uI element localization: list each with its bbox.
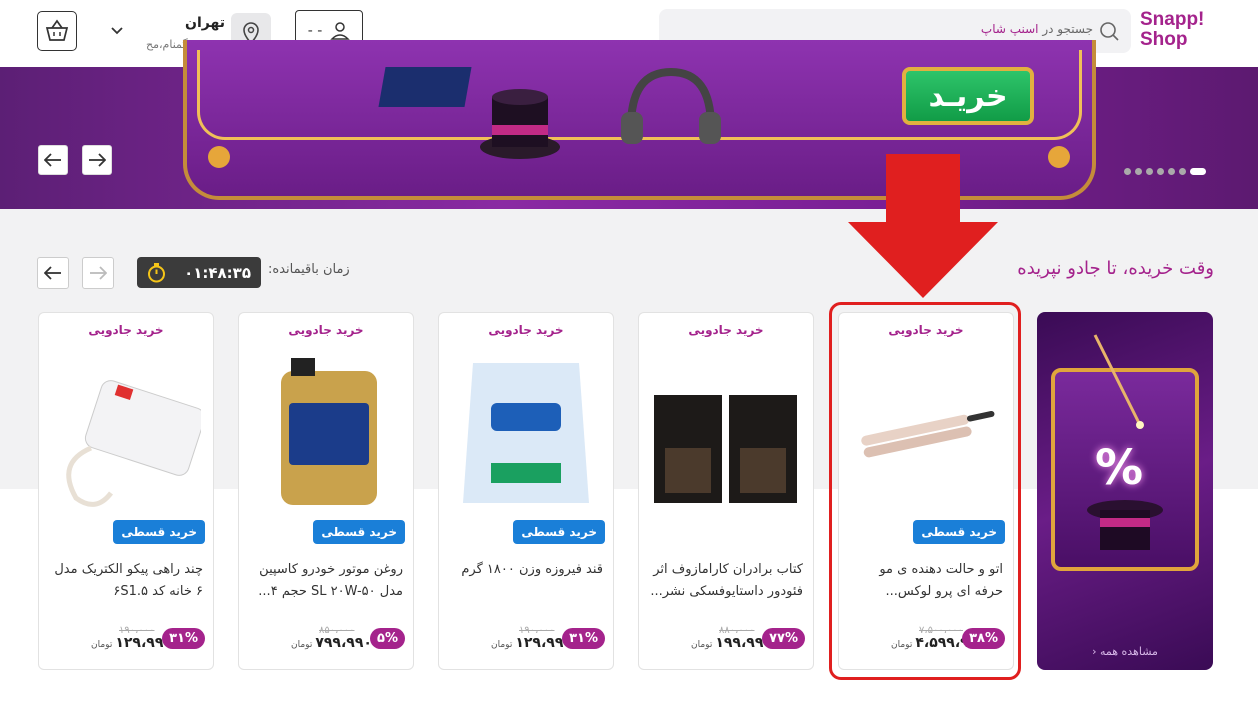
logo-line-1: Snapp! [1140,9,1205,30]
book-image [654,395,797,503]
currency-label: تومان [91,640,113,650]
banner-buy-button[interactable]: خریـد [902,67,1034,125]
arrow-left-icon [44,153,61,167]
product-title[interactable]: قند فیروزه وزن ۱۸۰۰ گرم [448,559,603,581]
magic-wand-icon [1093,334,1144,429]
search-icon [1100,22,1119,41]
pagination-dot[interactable] [1135,168,1142,175]
arrow-right-icon [89,153,106,167]
magic-buy-tag: خرید جادویی [288,323,364,337]
section-title: وقت خریده، تا جادو نپریده [1017,258,1214,279]
see-all-label: مشاهده همه [1099,645,1158,658]
search-placeholder-prefix: جستجو در [1042,22,1093,36]
stopwatch-icon [148,263,165,283]
pagination-dot[interactable] [1168,168,1175,175]
price: ۷۹۹،۹۹۰تومان [291,635,372,651]
pagination-dot[interactable] [1124,168,1131,175]
magic-hat-icon [1087,500,1163,550]
banner-pagination[interactable] [1124,168,1206,175]
banner-prev-button[interactable] [38,145,68,175]
installment-badge: خرید قسطی [513,520,605,544]
sugar-bag-image [463,363,589,503]
logo-line-2: Shop [1140,29,1188,50]
timer-label: زمان باقیمانده: [268,262,350,277]
arrow-right-icon [90,266,107,280]
currency-label: تومان [491,640,513,650]
banner-stud-right [1048,146,1070,168]
search-placeholder: جستجو در اسنپ شاپ [981,22,1093,36]
magic-buy-tag: خرید جادویی [88,323,164,337]
section-next-button[interactable] [82,257,114,289]
currency-label: تومان [691,640,713,650]
discount-badge: ۳۱% [562,628,605,649]
discount-badge: ۳۱% [162,628,205,649]
product-title[interactable]: چند راهی پیکو الکتریک مدل ۶ خانه کد ۶S1.… [48,559,203,603]
banner-stud-left [208,146,230,168]
product-card[interactable]: خرید جادویی خرید قسطی روغن موتور خودرو ک… [238,312,414,670]
basket-icon [45,19,69,41]
discount-badge: ۷۷% [762,628,805,649]
user-icon [330,21,351,40]
power-strip-image [66,380,201,507]
pagination-dot[interactable] [1179,168,1186,175]
discount-badge: ۵% [370,628,405,649]
pagination-dot[interactable] [1157,168,1164,175]
location-city[interactable]: تهران [130,15,225,31]
pagination-dot[interactable] [1146,168,1153,175]
cart-button[interactable] [37,11,77,51]
see-all-link[interactable]: مشاهده همه ‹ [1037,645,1213,658]
product-card[interactable]: خرید جادویی خرید قسطی چند راهی پیکو الکت… [38,312,214,670]
red-arrow-annotation [848,154,998,298]
product-title[interactable]: روغن موتور خودرو کاسپین مدل SL ۲۰W-۵۰ حج… [248,559,403,603]
price: ۱۲۹،۹۹۰تومان [491,635,572,651]
user-label: - - [307,22,323,39]
section-prev-button[interactable] [37,257,69,289]
currency-label: تومان [291,640,313,650]
price-value: ۷۹۹،۹۹۰ [315,635,372,651]
pagination-dot-active[interactable] [1190,168,1206,175]
percent-icon: % [1095,440,1144,496]
chevron-down-icon[interactable] [110,24,124,38]
snappshop-logo[interactable]: Snapp! Shop [1140,10,1214,54]
book-pack-image [378,67,472,107]
motor-oil-image [281,358,377,505]
product-card[interactable]: خرید جادویی خرید قسطی قند فیروزه وزن ۱۸۰… [438,312,614,670]
highlight-box-annotation [829,302,1021,680]
banner-next-button[interactable] [82,145,112,175]
installment-badge: خرید قسطی [313,520,405,544]
installment-badge: خرید قسطی [113,520,205,544]
arrow-left-icon [44,266,61,280]
price: ۱۲۹،۹۹۰تومان [91,635,172,651]
price: ۱۹۹،۹۹۰تومان [691,635,772,651]
search-placeholder-brand: اسنپ شاپ [980,22,1039,36]
magic-buy-tag: خرید جادویی [688,323,764,337]
product-card[interactable]: خرید جادویی کتاب برادران کارامازوف اثر ف… [638,312,814,670]
product-title[interactable]: کتاب برادران کارامازوف اثر فئودور داستای… [648,559,803,603]
headphones-icon [621,67,721,144]
magic-buy-tag: خرید جادویی [488,323,564,337]
timer-value: ۰۱:۴۸:۳۵ [184,263,251,282]
magic-hat-icon [480,89,560,159]
